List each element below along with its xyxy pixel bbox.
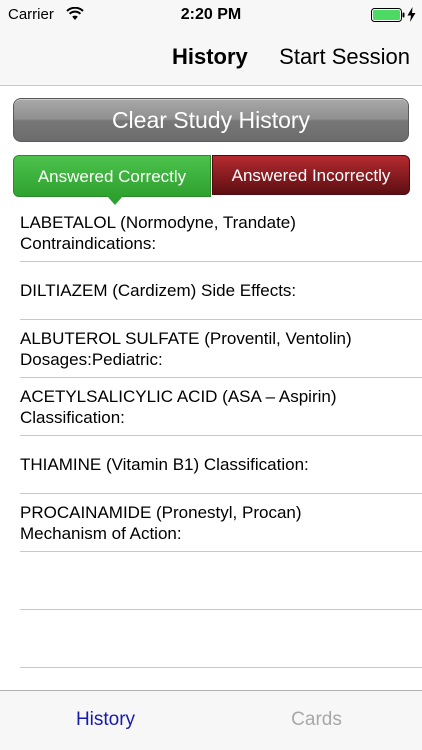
history-list: LABETALOL (Normodyne, Trandate) Contrain… bbox=[20, 204, 422, 668]
navigation-bar: History Start Session bbox=[0, 30, 422, 86]
battery-icon bbox=[371, 8, 405, 22]
nav-title: History bbox=[172, 44, 248, 69]
list-item[interactable]: PROCAINAMIDE (Pronestyl, Procan) Mechani… bbox=[20, 494, 422, 552]
list-item-text: ALBUTEROL SULFATE (Proventil, Ventolin) … bbox=[20, 328, 352, 369]
list-item-text: DILTIAZEM (Cardizem) Side Effects: bbox=[20, 281, 297, 300]
list-item-empty bbox=[20, 610, 422, 668]
list-item-text: ACETYLSALICYLIC ACID (ASA – Aspirin) Cla… bbox=[20, 386, 337, 427]
tab-bar: History Cards bbox=[0, 690, 422, 750]
list-item[interactable]: LABETALOL (Normodyne, Trandate) Contrain… bbox=[20, 204, 422, 262]
status-bar: Carrier 2:20 PM bbox=[0, 0, 422, 30]
tab-history[interactable]: History bbox=[0, 709, 211, 731]
list-item-text: THIAMINE (Vitamin B1) Classification: bbox=[20, 455, 309, 474]
status-time: 2:20 PM bbox=[180, 6, 242, 23]
list-item[interactable]: ALBUTEROL SULFATE (Proventil, Ventolin) … bbox=[20, 320, 422, 378]
charging-bolt-icon bbox=[407, 7, 416, 22]
clear-study-history-button[interactable]: Clear Study History bbox=[13, 98, 409, 142]
segment-answered-incorrectly[interactable]: Answered Incorrectly bbox=[212, 155, 410, 195]
list-item[interactable]: THIAMINE (Vitamin B1) Classification: bbox=[20, 436, 422, 494]
segment-answered-correctly[interactable]: Answered Correctly bbox=[13, 155, 211, 205]
list-item-text: PROCAINAMIDE (Pronestyl, Procan) Mechani… bbox=[20, 502, 302, 543]
list-item[interactable]: DILTIAZEM (Cardizem) Side Effects: bbox=[20, 262, 422, 320]
list-item[interactable]: ACETYLSALICYLIC ACID (ASA – Aspirin) Cla… bbox=[20, 378, 422, 436]
list-item-text: LABETALOL (Normodyne, Trandate) Contrain… bbox=[20, 212, 296, 253]
tab-cards[interactable]: Cards bbox=[211, 709, 422, 731]
start-session-button[interactable]: Start Session bbox=[279, 44, 410, 70]
list-item-empty bbox=[20, 552, 422, 610]
